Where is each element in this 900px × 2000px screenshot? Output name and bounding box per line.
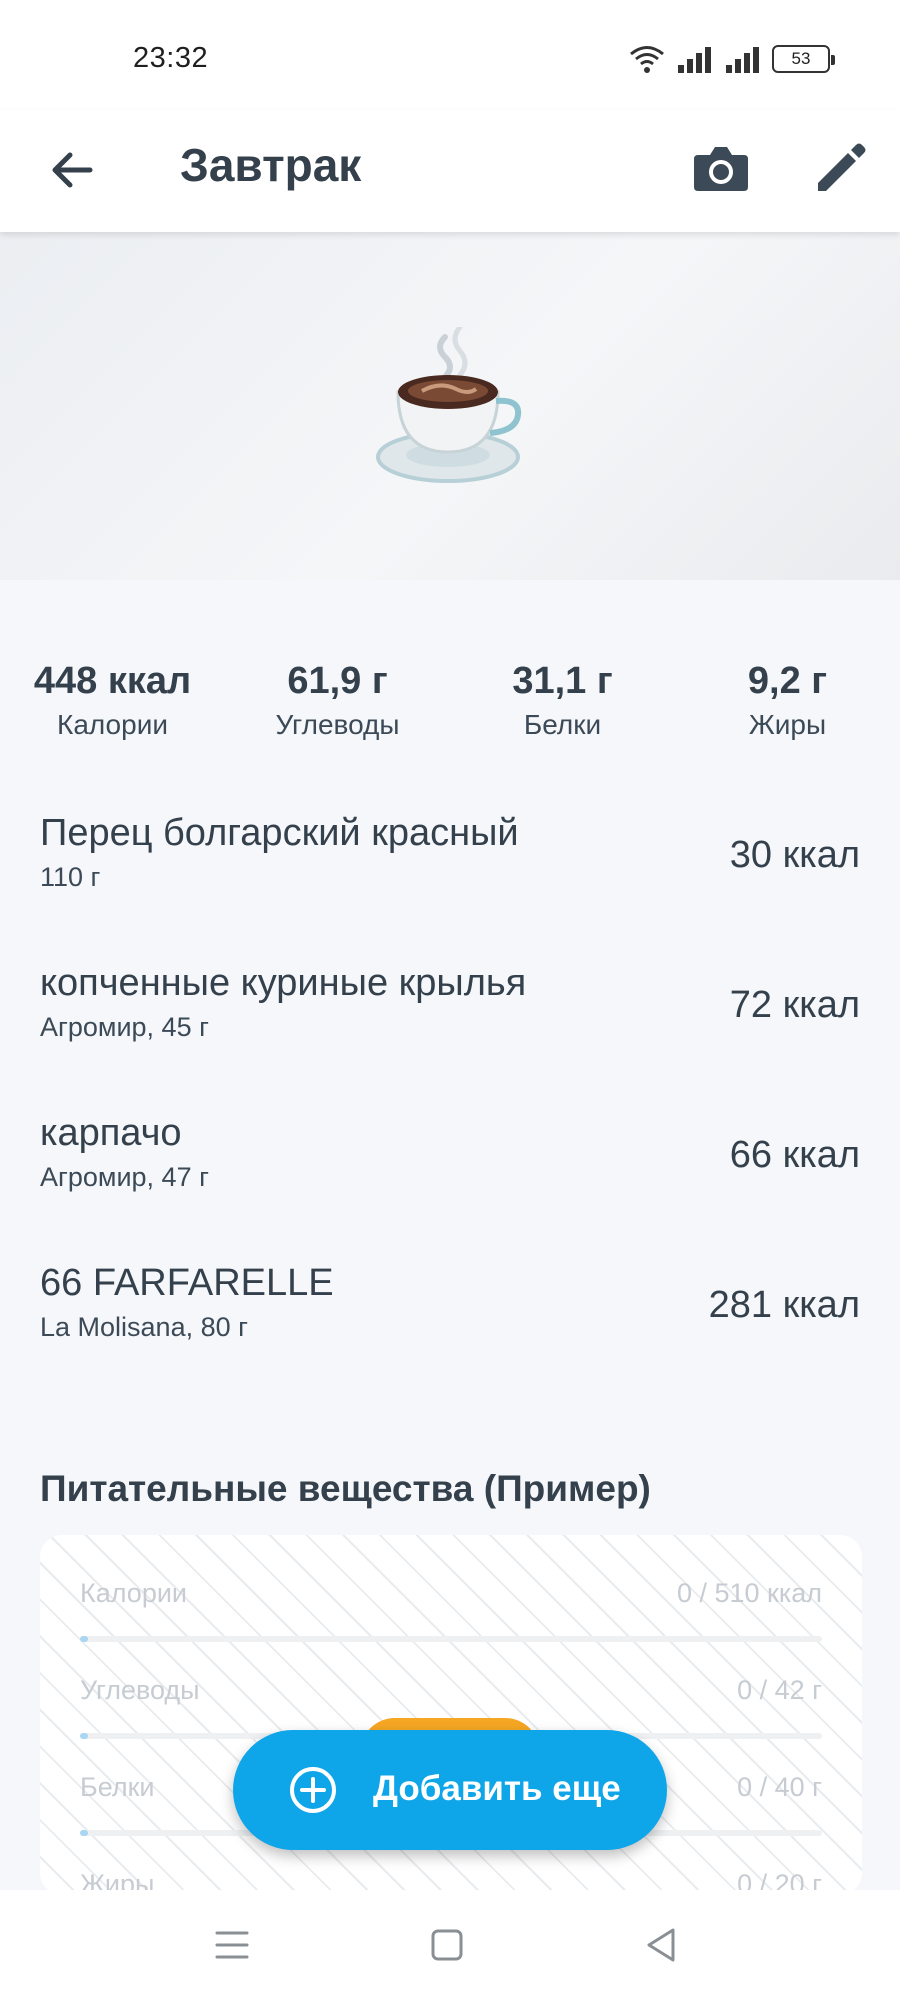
macro-value: 448 ккал (33, 660, 192, 702)
edit-pencil-icon[interactable] (810, 137, 872, 199)
nutrient-progress-fill (80, 1733, 88, 1739)
food-calories: 281 ккал (708, 1284, 860, 1326)
macro-value: 9,2 г (747, 660, 828, 702)
macro-carbs: 61,9 г Углеводы (225, 660, 450, 741)
macros-summary: 448 ккал Калории 61,9 г Углеводы 31,1 г … (0, 660, 900, 740)
status-icons: 53 (628, 44, 835, 74)
meal-hero-image (0, 232, 900, 580)
signal-icon (726, 47, 759, 73)
app-bar: Завтрак (0, 110, 900, 232)
nutrient-progress-fill (80, 1830, 88, 1836)
food-name: Перец болгарский красный (40, 812, 519, 854)
food-item[interactable]: 66 FARFARELLE La Molisana, 80 г 281 ккал (40, 1262, 860, 1372)
macro-label: Калории (57, 709, 168, 740)
macro-value: 61,9 г (287, 660, 388, 702)
macro-label: Жиры (748, 709, 827, 740)
food-item[interactable]: карпачо Агромир, 47 г 66 ккал (40, 1112, 860, 1222)
food-details: Агромир, 45 г (40, 1012, 209, 1042)
nutrients-section-title: Питательные вещества (Пример) (40, 1468, 651, 1509)
macro-fat: 9,2 г Жиры (675, 660, 900, 741)
signal-icon (678, 47, 711, 73)
food-name: копченные куриные крылья (40, 962, 527, 1004)
macro-calories: 448 ккал Калории (0, 660, 225, 741)
add-more-label: Добавить еще (373, 1769, 621, 1808)
food-name: 66 FARFARELLE (40, 1262, 334, 1304)
nutrient-value: 0 / 510 ккал (676, 1578, 822, 1608)
battery-icon: 53 (772, 45, 835, 73)
menu-icon[interactable] (205, 1918, 259, 1972)
food-calories: 72 ккал (729, 984, 860, 1026)
food-item[interactable]: копченные куриные крылья Агромир, 45 г 7… (40, 962, 860, 1072)
macro-label: Белки (523, 709, 602, 740)
food-calories: 30 ккал (729, 834, 860, 876)
food-details: Агромир, 47 г (40, 1162, 209, 1192)
wifi-icon (630, 46, 664, 73)
macro-value: 31,1 г (512, 660, 613, 702)
status-bar: 23:32 53 (0, 0, 900, 110)
macro-protein: 31,1 г Белки (450, 660, 675, 741)
nutrient-label: Углеводы (80, 1675, 200, 1705)
nutrient-row: Калории 0 / 510 ккал (80, 1578, 822, 1648)
plus-circle-icon (290, 1767, 336, 1813)
nutrient-value: 0 / 40 г (737, 1772, 822, 1802)
food-details: 110 г (40, 862, 101, 892)
food-calories: 66 ккал (729, 1134, 860, 1176)
back-arrow-icon[interactable] (42, 140, 102, 200)
battery-level: 53 (791, 49, 811, 68)
food-details: La Molisana, 80 г (40, 1312, 248, 1342)
nutrient-label: Белки (80, 1772, 155, 1802)
nutrient-progress-track (80, 1636, 822, 1642)
food-item[interactable]: Перец болгарский красный 110 г 30 ккал (40, 812, 860, 922)
add-more-button[interactable]: Добавить еще (233, 1730, 667, 1850)
camera-icon[interactable] (690, 137, 752, 199)
system-nav-bar (0, 1890, 900, 2000)
back-triangle-icon[interactable] (635, 1918, 689, 1972)
home-square-icon[interactable] (420, 1918, 474, 1972)
nutrient-progress-fill (80, 1636, 88, 1642)
food-name: карпачо (40, 1112, 182, 1154)
nutrient-label: Калории (80, 1578, 187, 1608)
page-title: Завтрак (180, 139, 362, 191)
macro-label: Углеводы (275, 709, 400, 740)
nutrient-value: 0 / 42 г (737, 1675, 822, 1705)
status-time: 23:32 (133, 42, 209, 74)
coffee-cup-icon (376, 327, 522, 483)
